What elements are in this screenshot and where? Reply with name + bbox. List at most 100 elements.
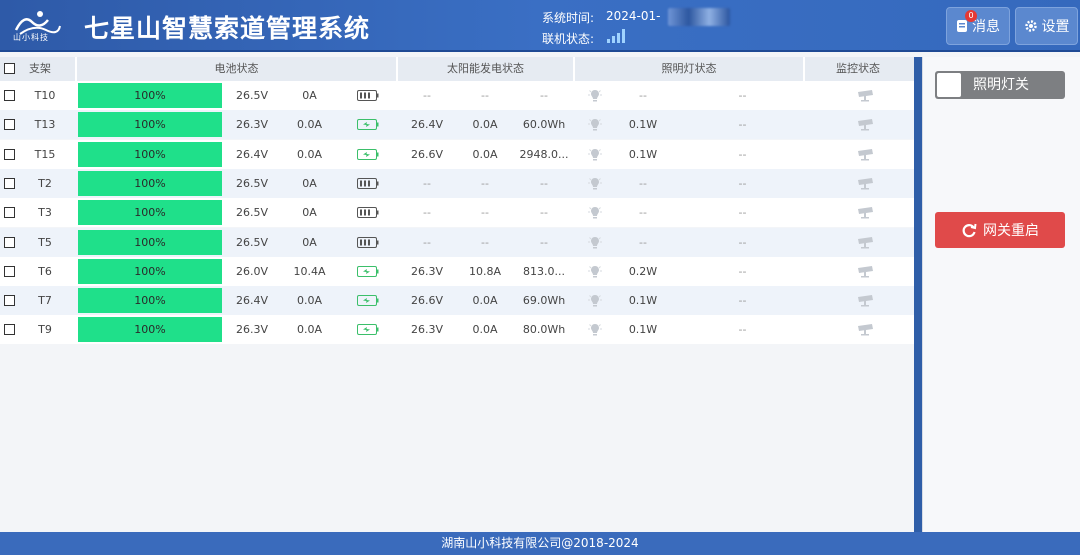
light-extra: -- [738,294,747,308]
table-row: 100% T6 26.0V 10.4A 26.3V 10.8A 813.0... 0.2W -- [0,256,914,286]
battery-voltage: 26.5V [235,89,269,102]
battery-level-bar: 100% [78,200,222,226]
battery-charging-icon [357,324,379,336]
light-power: -- [639,89,647,102]
light-toggle[interactable]: 照明灯关 [935,71,1065,99]
row-checkbox[interactable] [4,119,15,131]
header-battery: 电池状态 [214,62,259,75]
battery-voltage: 26.0V [235,264,269,278]
support-id: T3 [38,206,52,220]
light-power: 0.2W [628,264,658,278]
light-extra: -- [738,89,747,102]
redacted-area [668,8,730,26]
lightbulb-icon [588,177,602,190]
app-header: 山小科技 七星山智慧索道管理系统 系统时间: 2024-01- 联机状态: 消息… [0,0,1080,52]
solar-voltage: 26.3V [410,323,444,337]
solar-energy: -- [540,235,548,249]
solar-current: 0.0A [472,147,498,161]
messages-button[interactable]: 消息 0 [946,7,1010,45]
battery-voltage: 26.5V [235,235,269,249]
gear-icon [1024,20,1037,32]
light-power: -- [639,206,647,220]
solar-energy: -- [540,206,548,220]
camera-icon [858,295,873,307]
table-row: 100% T7 26.4V 0.0A 26.6V 0.0A 69.0Wh 0.1W -- [0,286,914,316]
solar-voltage: 26.3V [410,264,444,278]
row-checkbox[interactable] [4,236,15,248]
battery-icon [357,207,379,219]
battery-icon [357,90,379,101]
messages-badge: 0 [965,10,977,22]
light-extra: -- [738,206,747,220]
battery-voltage: 26.4V [235,147,269,161]
settings-label: 设置 [1041,19,1070,35]
camera-icon [858,207,873,219]
solar-current: -- [481,89,489,102]
control-panel: 照明灯关 网关重启 [922,57,1080,532]
light-power: -- [639,235,647,249]
row-checkbox[interactable] [4,265,15,277]
row-checkbox[interactable] [4,90,15,101]
system-time-value: 2024-01- [606,9,661,23]
battery-voltage: 26.3V [235,323,269,337]
header-solar: 太阳能发电状态 [447,62,524,75]
status-table: 支架 电池状态 太阳能发电状态 照明灯状态 监控状态 100% T10 26.5V 0… [0,57,914,532]
light-power: 0.1W [628,323,658,337]
solar-current: -- [481,176,489,190]
battery-level-bar: 100% [78,229,222,255]
select-all-checkbox[interactable] [4,63,15,74]
camera-icon [858,236,873,248]
solar-voltage: 26.4V [410,118,444,132]
light-power: 0.1W [628,118,658,132]
message-icon [957,20,967,32]
battery-current: 0A [302,206,317,220]
light-extra: -- [738,118,747,132]
solar-voltage: -- [423,176,431,190]
table-row: 100% T10 26.5V 0A -- -- -- -- -- [0,81,914,110]
row-checkbox[interactable] [4,177,15,189]
panel-divider [914,57,922,532]
solar-energy: 813.0... [523,264,565,278]
solar-energy: -- [540,176,548,190]
lightbulb-icon [588,265,602,278]
table-row: 100% T5 26.5V 0A -- -- -- -- -- [0,227,914,257]
settings-button[interactable]: 设置 [1015,7,1078,45]
solar-energy: 2948.0... [519,147,569,161]
support-id: T5 [38,235,52,249]
lightbulb-icon [588,324,602,336]
app-title: 七星山智慧索道管理系统 [84,14,371,43]
battery-current: 0.0A [296,294,323,308]
solar-voltage: 26.6V [410,294,444,308]
light-extra: -- [738,235,747,249]
battery-level-bar: 100% [78,170,222,196]
table-row: 100% T15 26.4V 0.0A 26.6V 0.0A 2948.0... 0.1W -- [0,139,914,169]
camera-icon [858,148,873,161]
gateway-restart-label: 网关重启 [983,223,1039,239]
support-id: T7 [38,294,52,308]
battery-current: 0A [302,176,317,190]
battery-level-bar: 100% [78,258,222,284]
camera-icon [858,324,873,336]
support-id: T15 [34,147,56,161]
battery-charging-icon [357,119,379,131]
row-checkbox[interactable] [4,207,15,219]
solar-current: -- [481,206,489,220]
logo-text: 山小科技 [13,33,49,42]
solar-current: 10.8A [468,264,502,278]
row-checkbox[interactable] [4,324,15,336]
lightbulb-icon [588,148,602,161]
support-id: T6 [38,264,52,278]
light-extra: -- [738,147,747,161]
light-power: -- [639,176,647,190]
gateway-restart-button[interactable]: 网关重启 [935,212,1065,248]
camera-icon [858,177,873,190]
row-checkbox[interactable] [4,148,15,160]
table-header: 支架 电池状态 太阳能发电状态 照明灯状态 监控状态 [0,57,914,81]
row-checkbox[interactable] [4,295,15,307]
solar-voltage: -- [423,206,431,220]
battery-current: 0A [302,235,317,249]
solar-current: 0.0A [472,294,498,308]
support-id: T9 [38,323,52,337]
light-power: 0.1W [628,147,658,161]
battery-level-bar: 100% [78,83,222,108]
